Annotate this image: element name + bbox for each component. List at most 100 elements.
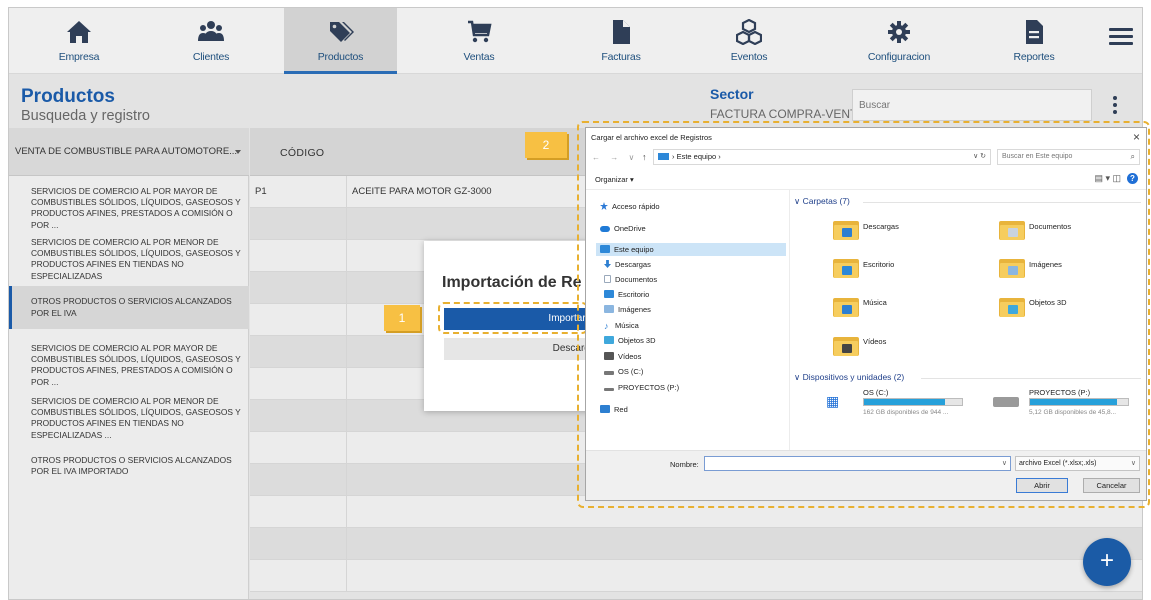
- sidebar-item-active[interactable]: OTROS PRODUCTOS O SERVICIOS ALCANZADOS P…: [9, 286, 249, 329]
- tree-item-downloads[interactable]: Descargas: [604, 260, 651, 269]
- search-box: [852, 89, 1092, 121]
- step-1-badge: 1: [384, 305, 420, 331]
- drive-c-label[interactable]: OS (C:): [863, 388, 888, 397]
- tree-item-this-pc[interactable]: Este equipo: [596, 243, 786, 256]
- sidebar-item[interactable]: SERVICIOS DE COMERCIO AL POR MAYOR DE CO…: [9, 343, 249, 388]
- star-icon: [600, 202, 608, 210]
- folder-icon[interactable]: [833, 256, 859, 278]
- folders-group-header[interactable]: ∨ Carpetas (7): [794, 196, 850, 207]
- sector-value: FACTURA COMPRA-VENTA: [710, 107, 865, 121]
- folder-pictures[interactable]: Imágenes: [1029, 260, 1062, 269]
- filename-label: Nombre:: [670, 460, 699, 469]
- cancel-button[interactable]: Cancelar: [1083, 478, 1140, 493]
- view-options[interactable]: ▤ ▾ ◫?: [1094, 173, 1138, 184]
- tree-item-desktop[interactable]: Escritorio: [604, 290, 649, 299]
- home-icon: [67, 21, 91, 43]
- dialog-search-input[interactable]: Buscar en Este equipo ⌕: [997, 149, 1140, 165]
- sidebar-item[interactable]: SERVICIOS DE COMERCIO AL POR MENOR DE CO…: [9, 396, 249, 441]
- folder-icon[interactable]: [999, 218, 1025, 240]
- tree-item-pictures[interactable]: Imágenes: [604, 305, 651, 314]
- sidebar-item[interactable]: OTROS PRODUCTOS O SERVICIOS ALCANZADOS P…: [9, 455, 249, 477]
- cubes-icon: [736, 19, 762, 45]
- tree-item-drive-p[interactable]: PROYECTOS (P:): [604, 383, 679, 392]
- document-icon: [604, 275, 611, 283]
- tree-item-drive-c[interactable]: OS (C:): [604, 367, 643, 376]
- help-icon[interactable]: ?: [1127, 173, 1138, 184]
- sidebar-item[interactable]: SERVICIOS DE COMERCIO AL POR MENOR DE CO…: [9, 237, 249, 282]
- gear-icon: [888, 21, 910, 43]
- tree-item-documents[interactable]: Documentos: [604, 275, 657, 284]
- nav-facturas[interactable]: Facturas: [571, 8, 671, 74]
- table-row: [250, 560, 1142, 592]
- sidebar-item[interactable]: SERVICIOS DE COMERCIO AL POR MAYOR DE CO…: [9, 186, 249, 231]
- nav-configuracion[interactable]: Configuracion: [844, 8, 954, 74]
- tree-item-onedrive[interactable]: OneDrive: [600, 224, 646, 233]
- nav-reportes[interactable]: Reportes: [989, 8, 1079, 74]
- view-icon[interactable]: ▤ ▾ ◫: [1094, 173, 1121, 183]
- nav-clientes[interactable]: Clientes: [161, 8, 261, 74]
- chevron-down-icon[interactable]: ∨: [1002, 459, 1007, 467]
- cloud-icon: [600, 226, 610, 232]
- tree-item-network[interactable]: Red: [600, 405, 628, 414]
- page-title: Productos: [21, 86, 115, 107]
- sector-select[interactable]: VENTA DE COMBUSTIBLE PARA AUTOMOTORE...: [9, 128, 249, 176]
- nav-productos[interactable]: Productos: [284, 8, 397, 74]
- sidebar-item-label: OTROS PRODUCTOS O SERVICIOS ALCANZADOS P…: [31, 296, 232, 318]
- cell-name: ACEITE PARA MOTOR GZ-3000: [352, 186, 492, 197]
- drive-p-usage-bar: [1029, 398, 1129, 406]
- tree-item-music[interactable]: ♪ Música: [604, 321, 639, 331]
- devices-group-header[interactable]: ∨ Dispositivos y unidades (2): [794, 372, 904, 383]
- column-header-code[interactable]: CÓDIGO: [280, 147, 324, 159]
- report-icon: [1026, 20, 1043, 44]
- windows-logo-icon: ▦: [826, 393, 840, 409]
- computer-icon: [600, 245, 610, 253]
- network-icon: [600, 405, 610, 413]
- dialog-title: Cargar el archivo excel de Registros: [591, 133, 712, 142]
- chevron-down-icon: ∨: [1130, 460, 1136, 467]
- folder-desktop[interactable]: Escritorio: [863, 260, 894, 269]
- open-button[interactable]: Abrir: [1016, 478, 1068, 493]
- tags-icon: [329, 22, 354, 42]
- folder-documents[interactable]: Documentos: [1029, 222, 1071, 231]
- back-forward-icons[interactable]: ← → ∨: [592, 153, 638, 162]
- up-arrow-icon[interactable]: ↑: [642, 152, 647, 162]
- hamburger-menu-icon[interactable]: [1106, 24, 1136, 54]
- add-product-button[interactable]: +: [1083, 538, 1131, 586]
- image-icon: [604, 305, 614, 313]
- drive-p-label[interactable]: PROYECTOS (P:): [1029, 388, 1090, 397]
- tree-item-3d-objects[interactable]: Objetos 3D: [604, 336, 656, 345]
- folder-music[interactable]: Música: [863, 298, 887, 307]
- filename-input[interactable]: ∨: [704, 456, 1011, 471]
- search-icon: ⌕: [1130, 152, 1135, 161]
- folder-3d-objects[interactable]: Objetos 3D: [1029, 298, 1067, 307]
- tree-item-videos[interactable]: Vídeos: [604, 352, 641, 361]
- tree-item-quick-access[interactable]: Acceso rápido: [600, 202, 660, 211]
- organize-menu[interactable]: Organizar ▾: [595, 175, 634, 184]
- search-input[interactable]: [853, 90, 1091, 120]
- folder-icon[interactable]: [833, 295, 859, 317]
- nav-empresa[interactable]: Empresa: [34, 8, 124, 74]
- files-pane: ∨ Carpetas (7) Descargas Documentos Escr…: [791, 190, 1146, 450]
- computer-icon: [658, 153, 669, 160]
- dialog-footer: Nombre: ∨ archivo Excel (*.xlsx;.xls) ∨ A…: [586, 450, 1146, 500]
- more-options-icon[interactable]: [1111, 94, 1119, 116]
- folder-icon[interactable]: [999, 295, 1025, 317]
- sector-label: Sector: [710, 86, 754, 102]
- folder-icon[interactable]: [999, 256, 1025, 278]
- file-type-select[interactable]: archivo Excel (*.xlsx;.xls) ∨: [1015, 456, 1140, 471]
- folder-videos[interactable]: Vídeos: [863, 337, 886, 346]
- file-open-dialog: Cargar el archivo excel de Registros × ←…: [585, 127, 1147, 501]
- address-bar[interactable]: › Este equipo › ∨ ↻: [653, 149, 991, 165]
- nav-eventos[interactable]: Eventos: [699, 8, 799, 74]
- folder-downloads[interactable]: Descargas: [863, 222, 899, 231]
- import-modal-title: Importación de Re: [442, 274, 582, 291]
- caret-down-icon: [235, 150, 241, 154]
- nav-ventas[interactable]: Ventas: [429, 8, 529, 74]
- dialog-toolbar: Organizar ▾ ▤ ▾ ◫?: [586, 170, 1146, 190]
- close-icon[interactable]: ×: [1133, 130, 1140, 144]
- folder-icon[interactable]: [833, 334, 859, 356]
- folder-icon[interactable]: [833, 218, 859, 240]
- drive-icon: [604, 371, 614, 375]
- group-divider: [921, 378, 1141, 379]
- refresh-icon[interactable]: ∨ ↻: [973, 150, 986, 164]
